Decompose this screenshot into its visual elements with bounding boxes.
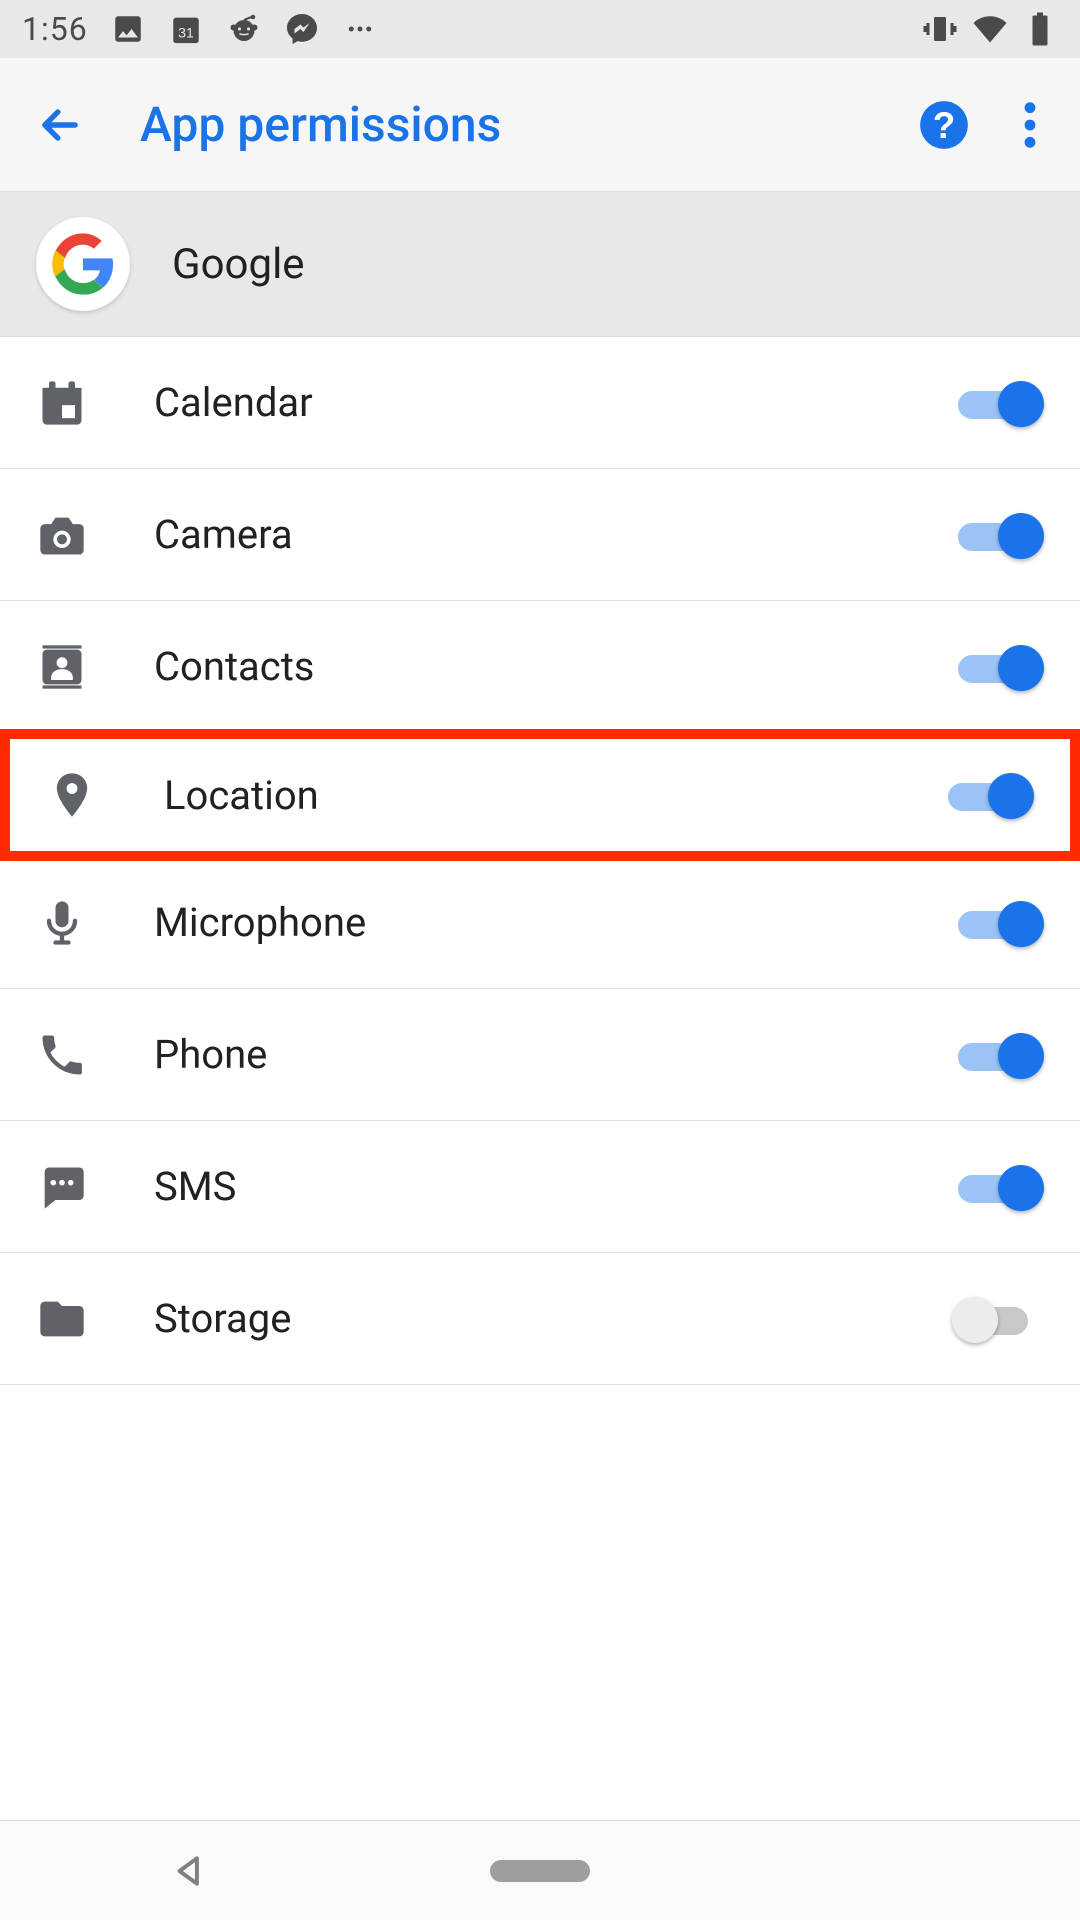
permission-row-camera[interactable]: Camera xyxy=(0,469,1080,601)
page-title: App permissions xyxy=(140,96,914,153)
permission-toggle-location[interactable] xyxy=(942,769,1034,821)
google-logo-icon xyxy=(36,217,130,311)
permission-row-contacts[interactable]: Contacts xyxy=(0,601,1080,733)
permission-toggle-contacts[interactable] xyxy=(952,641,1044,693)
reddit-icon xyxy=(226,11,262,47)
permission-row-location[interactable]: Location xyxy=(0,729,1080,861)
status-bar: 1:56 31 xyxy=(0,0,1080,58)
permission-label: Phone xyxy=(154,1031,952,1078)
calendar-icon xyxy=(30,371,94,435)
wifi-icon xyxy=(972,11,1008,47)
permission-label: Contacts xyxy=(154,643,952,690)
permission-label: Storage xyxy=(154,1295,952,1342)
messenger-icon xyxy=(284,11,320,47)
calendar-notif-icon: 31 xyxy=(168,11,204,47)
help-button[interactable]: ? xyxy=(914,95,974,155)
more-notifications-icon xyxy=(342,11,378,47)
permission-label: SMS xyxy=(154,1163,952,1210)
app-name: Google xyxy=(172,240,305,289)
permission-label: Microphone xyxy=(154,899,952,946)
battery-icon xyxy=(1022,11,1058,47)
svg-text:31: 31 xyxy=(178,26,194,42)
nav-home-pill[interactable] xyxy=(490,1860,590,1882)
permission-label: Location xyxy=(164,772,942,819)
permission-toggle-sms[interactable] xyxy=(952,1161,1044,1213)
status-time: 1:56 xyxy=(22,10,88,48)
microphone-icon xyxy=(30,891,94,955)
overflow-menu-button[interactable] xyxy=(1010,95,1050,155)
sms-icon xyxy=(30,1155,94,1219)
phone-icon xyxy=(30,1023,94,1087)
storage-icon xyxy=(30,1287,94,1351)
svg-text:?: ? xyxy=(933,105,956,146)
app-bar: App permissions ? xyxy=(0,58,1080,192)
permission-row-storage[interactable]: Storage xyxy=(0,1253,1080,1385)
permission-toggle-calendar[interactable] xyxy=(952,377,1044,429)
permission-toggle-camera[interactable] xyxy=(952,509,1044,561)
location-icon xyxy=(40,763,104,827)
permission-toggle-phone[interactable] xyxy=(952,1029,1044,1081)
permission-row-microphone[interactable]: Microphone xyxy=(0,857,1080,989)
back-button[interactable] xyxy=(30,95,90,155)
permission-row-sms[interactable]: SMS xyxy=(0,1121,1080,1253)
permission-toggle-storage[interactable] xyxy=(952,1293,1044,1345)
vibrate-icon xyxy=(922,11,958,47)
permission-label: Camera xyxy=(154,511,952,558)
photos-icon xyxy=(110,11,146,47)
permission-row-phone[interactable]: Phone xyxy=(0,989,1080,1121)
camera-icon xyxy=(30,503,94,567)
permission-list: Calendar Camera Contacts Location Microp… xyxy=(0,337,1080,1385)
permission-row-calendar[interactable]: Calendar xyxy=(0,337,1080,469)
contacts-icon xyxy=(30,635,94,699)
app-header: Google xyxy=(0,192,1080,337)
permission-label: Calendar xyxy=(154,379,952,426)
permission-toggle-microphone[interactable] xyxy=(952,897,1044,949)
navigation-bar xyxy=(0,1820,1080,1920)
nav-back-button[interactable] xyxy=(170,1852,208,1890)
